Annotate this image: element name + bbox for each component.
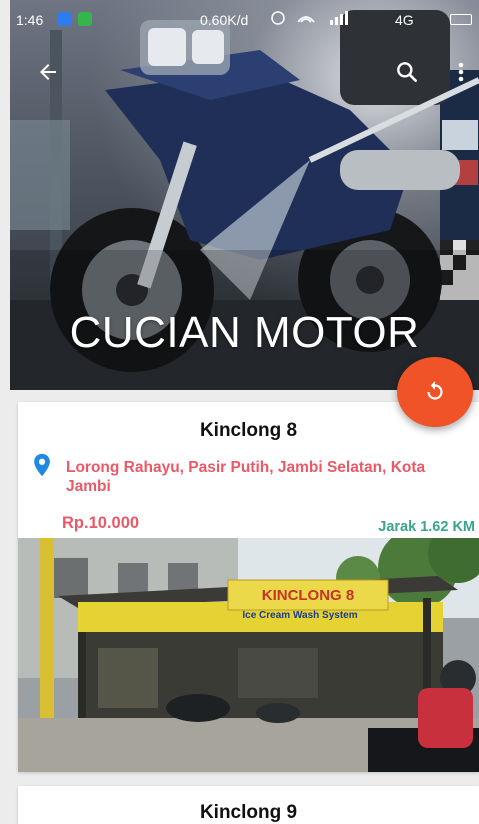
shop-sign-tagline: Ice Cream Wash System	[242, 610, 357, 621]
back-button[interactable]	[28, 52, 68, 92]
wifi-signal-icon	[271, 11, 348, 25]
carwash-storefront-image: KINCLONG 8 Ice Cream Wash System	[18, 538, 479, 772]
page-title: CUCIAN MOTOR	[69, 308, 420, 357]
status-bar: 1:46 0.60K/d 4G	[10, 0, 479, 40]
notification-app-icon	[78, 12, 92, 26]
listing-card[interactable]: Kinclong 9	[18, 786, 479, 824]
listing-address: Lorong Rahayu, Pasir Putih, Jambi Selata…	[66, 459, 426, 495]
notification-app-icon	[57, 12, 71, 26]
status-time: 1:46	[16, 12, 44, 28]
network-type: 4G	[395, 12, 414, 28]
listing-photo: KINCLONG 8 Ice Cream Wash System	[18, 538, 479, 772]
search-button[interactable]	[387, 52, 427, 92]
refresh-icon	[427, 381, 443, 400]
more-vert-icon	[458, 62, 464, 82]
listing-card[interactable]: Kinclong 8 Lorong Rahayu, Pasir Putih, J…	[18, 402, 479, 772]
shop-sign-name: KINCLONG 8	[262, 587, 355, 604]
status-icons	[270, 10, 365, 29]
location-pin-icon	[34, 453, 50, 477]
listing-name: Kinclong 8	[199, 420, 298, 441]
listing-name: Kinclong 9	[199, 802, 298, 823]
search-icon	[397, 62, 417, 82]
listing-price: Rp.10.000	[62, 514, 140, 532]
network-speed: 0.60K/d	[200, 12, 249, 28]
back-arrow-icon	[40, 64, 56, 80]
more-options-button[interactable]	[446, 52, 476, 92]
listing-distance: Jarak 1.62 KM	[378, 519, 475, 535]
battery-icon	[450, 14, 472, 25]
refresh-button[interactable]	[397, 357, 473, 427]
